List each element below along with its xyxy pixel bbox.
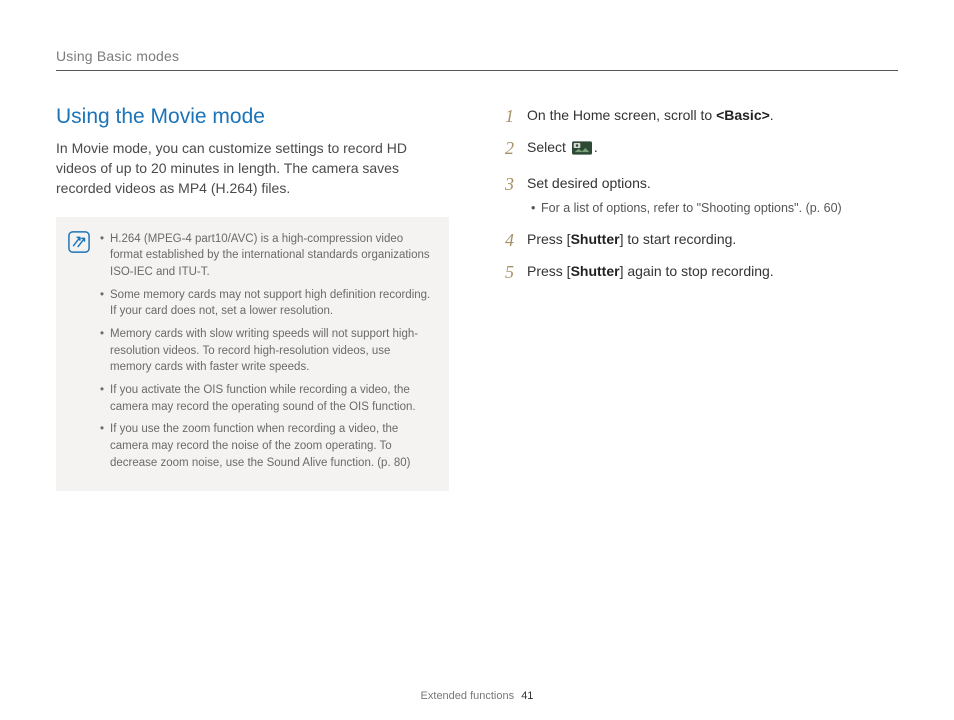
step-4: 4 Press [Shutter] to start recording. — [505, 229, 898, 249]
page-number: 41 — [521, 690, 533, 702]
two-column-layout: Using the Movie mode In Movie mode, you … — [56, 105, 898, 491]
manual-page: Using Basic modes Using the Movie mode I… — [0, 0, 954, 720]
step-text: On the Home screen, scroll to — [527, 107, 716, 123]
note-box: H.264 (MPEG-4 part10/AVC) is a high-comp… — [56, 217, 449, 492]
running-header: Using Basic modes — [56, 48, 898, 71]
note-item: If you use the zoom function when record… — [100, 421, 433, 471]
intro-paragraph: In Movie mode, you can customize setting… — [56, 139, 449, 199]
substep-list: For a list of options, refer to "Shootin… — [527, 199, 898, 217]
note-icon — [68, 231, 90, 478]
page-footer: Extended functions 41 — [0, 690, 954, 702]
steps-list: 1 On the Home screen, scroll to <Basic>.… — [505, 105, 898, 282]
step-text: ] again to stop recording. — [620, 263, 774, 279]
step-text: Set desired options. — [527, 175, 651, 191]
step-text: Press [ — [527, 231, 571, 247]
right-column: 1 On the Home screen, scroll to <Basic>.… — [505, 105, 898, 491]
step-text: Select — [527, 139, 570, 155]
substep-item: For a list of options, refer to "Shootin… — [527, 199, 898, 217]
step-bold: Shutter — [571, 231, 620, 247]
step-text: . — [594, 139, 598, 155]
step-bold: Shutter — [571, 263, 620, 279]
note-list: H.264 (MPEG-4 part10/AVC) is a high-comp… — [100, 231, 433, 478]
note-item: H.264 (MPEG-4 part10/AVC) is a high-comp… — [100, 231, 433, 281]
note-item: If you activate the OIS function while r… — [100, 382, 433, 415]
step-number: 2 — [505, 135, 514, 161]
step-text: . — [770, 107, 774, 123]
left-column: Using the Movie mode In Movie mode, you … — [56, 105, 449, 491]
step-number: 1 — [505, 103, 514, 129]
step-5: 5 Press [Shutter] again to stop recordin… — [505, 261, 898, 281]
step-text: ] to start recording. — [620, 231, 737, 247]
movie-mode-icon — [572, 140, 592, 160]
step-text: Press [ — [527, 263, 571, 279]
note-item: Memory cards with slow writing speeds wi… — [100, 326, 433, 376]
step-bold: <Basic> — [716, 107, 770, 123]
step-number: 5 — [505, 259, 514, 285]
step-number: 3 — [505, 171, 514, 197]
step-1: 1 On the Home screen, scroll to <Basic>. — [505, 105, 898, 125]
section-title: Using the Movie mode — [56, 105, 449, 129]
footer-section: Extended functions — [421, 690, 515, 702]
step-2: 2 Select . — [505, 137, 898, 160]
note-item: Some memory cards may not support high d… — [100, 287, 433, 320]
step-number: 4 — [505, 227, 514, 253]
step-3: 3 Set desired options. For a list of opt… — [505, 173, 898, 217]
